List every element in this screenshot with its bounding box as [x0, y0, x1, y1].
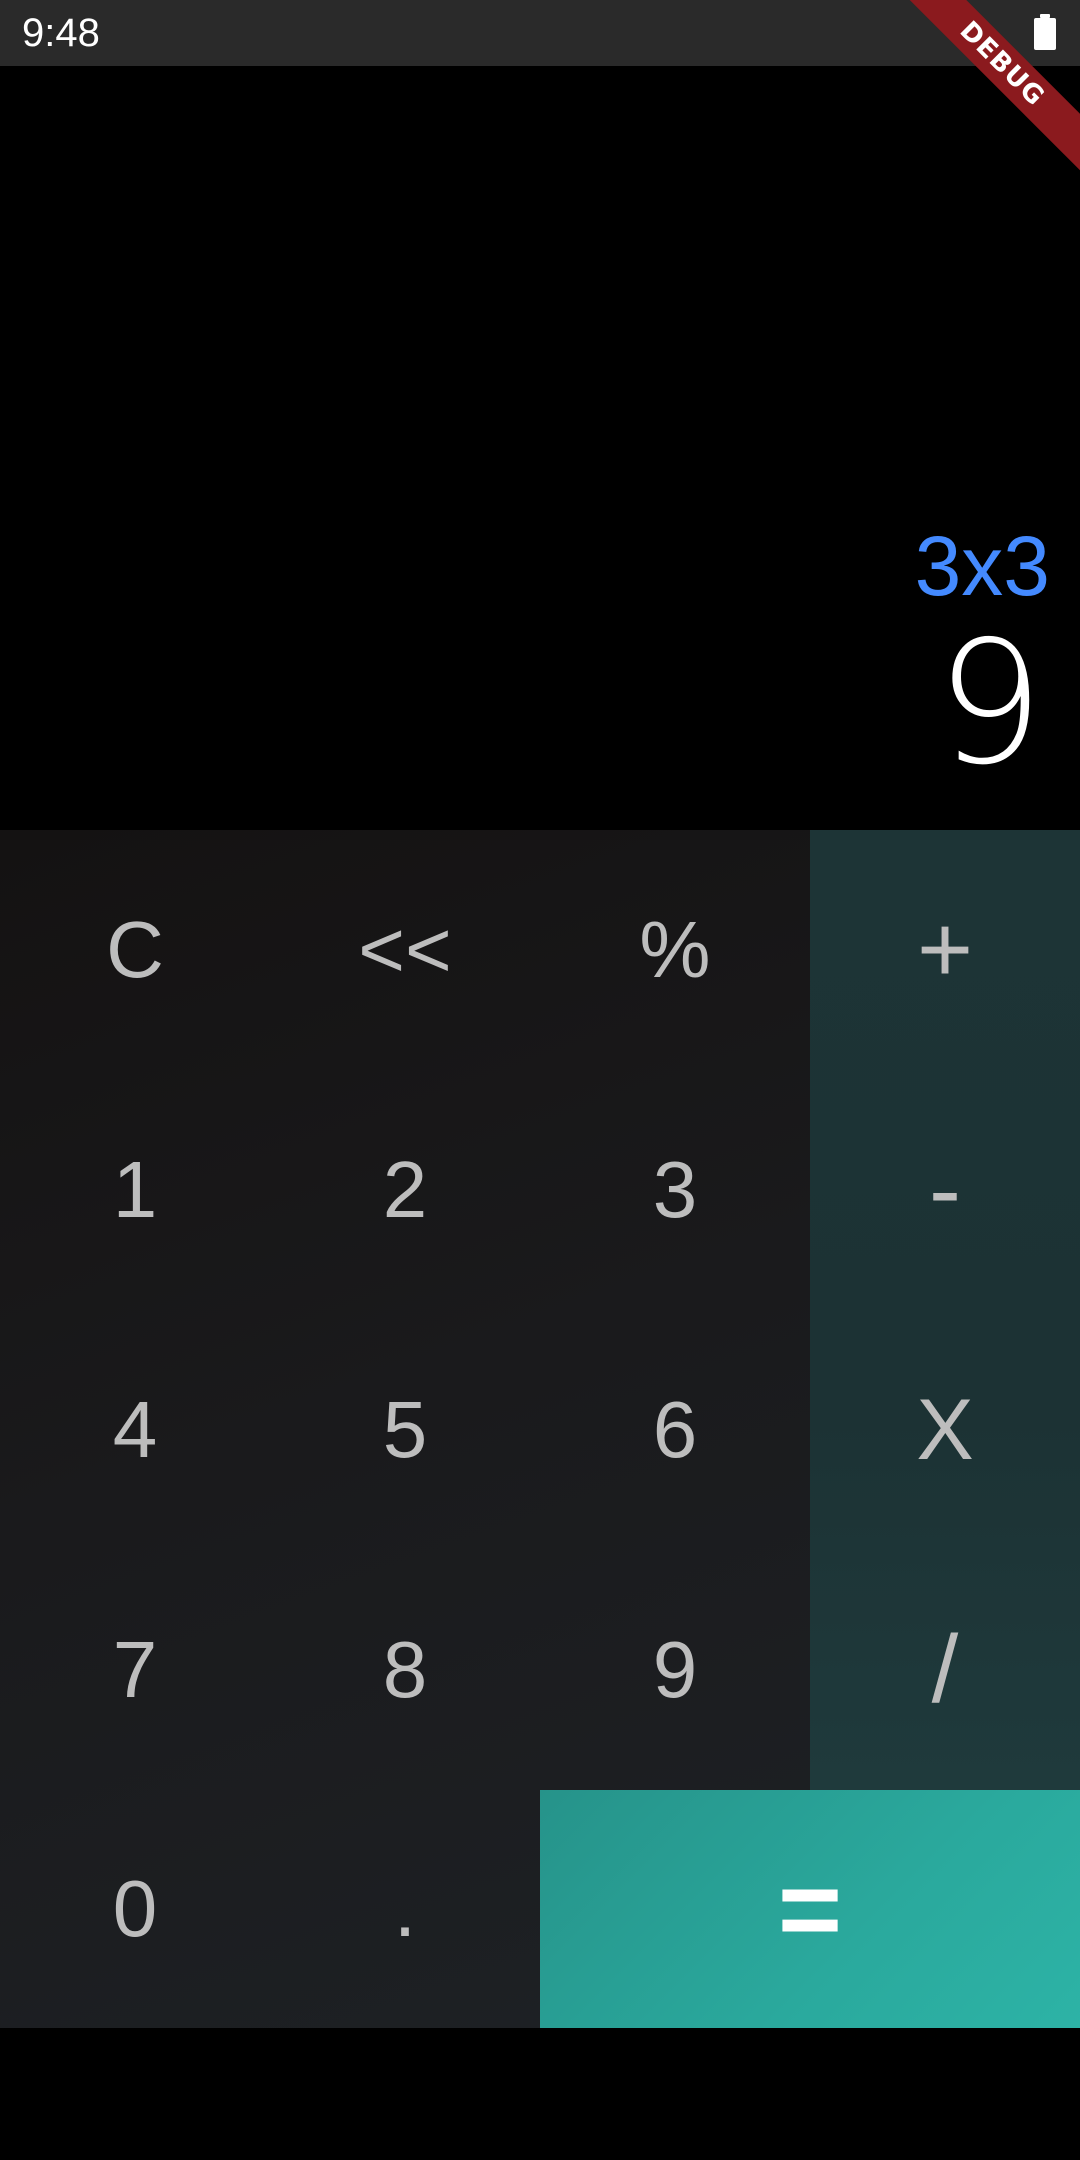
- digit-8-button[interactable]: 8: [270, 1550, 540, 1790]
- plus-button[interactable]: +: [810, 830, 1080, 1070]
- bottom-blank-area: [0, 2028, 1080, 2160]
- digit-0-button[interactable]: 0: [0, 1790, 270, 2028]
- digit-5-button[interactable]: 5: [270, 1310, 540, 1550]
- digit-9-button[interactable]: 9: [540, 1550, 810, 1790]
- digit-3-button[interactable]: 3: [540, 1070, 810, 1310]
- digit-1-button[interactable]: 1: [0, 1070, 270, 1310]
- digit-6-button[interactable]: 6: [540, 1310, 810, 1550]
- calculator-screen: 9:48 DEBUG 3x3 9 C << % + 1 2 3 - 4 5 6 …: [0, 0, 1080, 2160]
- backspace-button[interactable]: <<: [270, 830, 540, 1070]
- decimal-point-button[interactable]: .: [270, 1790, 540, 2028]
- digit-2-button[interactable]: 2: [270, 1070, 540, 1310]
- battery-icon: [1034, 14, 1056, 50]
- calculator-display: 3x3 9: [0, 66, 1080, 830]
- result-text: 9: [935, 605, 1044, 803]
- expression-text: 3x3: [914, 519, 1050, 613]
- clear-button[interactable]: C: [0, 830, 270, 1070]
- equals-button[interactable]: =: [540, 1790, 1080, 2028]
- status-time: 9:48: [22, 11, 100, 55]
- digit-4-button[interactable]: 4: [0, 1310, 270, 1550]
- multiply-button[interactable]: X: [810, 1310, 1080, 1550]
- digit-7-button[interactable]: 7: [0, 1550, 270, 1790]
- divide-button[interactable]: /: [810, 1550, 1080, 1790]
- minus-button[interactable]: -: [810, 1070, 1080, 1310]
- status-bar: 9:48: [0, 0, 1080, 66]
- percent-button[interactable]: %: [540, 830, 810, 1070]
- keypad: C << % + 1 2 3 - 4 5 6 X 7 8 9 / 0 . =: [0, 830, 1080, 2028]
